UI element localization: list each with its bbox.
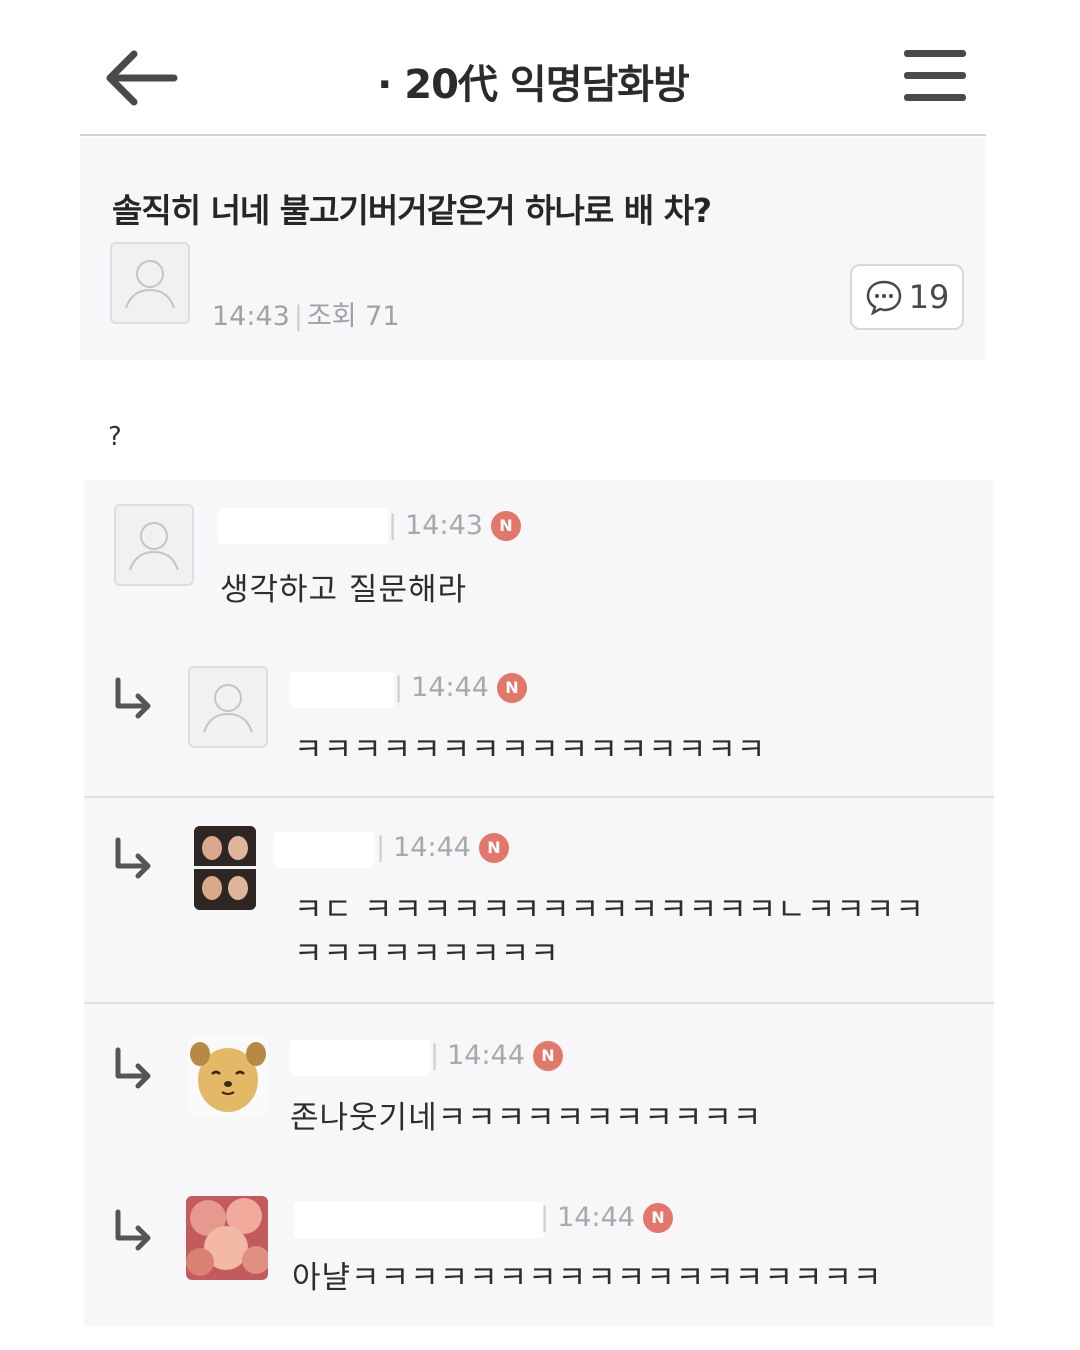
post-time: 14:43 bbox=[212, 301, 290, 332]
new-badge: N bbox=[532, 1040, 563, 1071]
reply-arrow-icon bbox=[115, 1047, 151, 1089]
comment-text: 생각하고 질문해라 bbox=[220, 572, 468, 608]
default-user-icon bbox=[125, 260, 175, 309]
nickname-hidden bbox=[290, 1040, 430, 1076]
comment-time: 14:44 bbox=[411, 672, 489, 703]
comment-time: 14:44 bbox=[557, 1202, 635, 1233]
comment-text: 아냘ㅋㅋㅋㅋㅋㅋㅋㅋㅋㅋㅋㅋㅋㅋㅋㅋㅋㅋ bbox=[292, 1260, 883, 1296]
comment-time: 14:44 bbox=[393, 832, 471, 863]
commenter-avatar-photo bbox=[186, 1196, 268, 1280]
comment-time: 14:43 bbox=[405, 510, 483, 541]
comment-time: 14:44 bbox=[447, 1040, 525, 1071]
commenter-avatar-character bbox=[188, 1036, 268, 1118]
post-meta: 14:43 | 조회 71 bbox=[212, 294, 400, 333]
default-user-icon bbox=[203, 684, 253, 733]
menu-button[interactable] bbox=[900, 46, 970, 106]
comment-time-row: | 14:44 N bbox=[376, 832, 509, 863]
comment-count-value: 19 bbox=[908, 278, 950, 316]
new-badge: N bbox=[478, 832, 509, 863]
time-separator: | bbox=[376, 832, 386, 863]
comment-time-row: | 14:43 N bbox=[388, 510, 521, 541]
post-title: 솔직히 너네 불고기버거같은거 하나로 배 차? bbox=[112, 191, 712, 230]
new-badge: N bbox=[490, 510, 521, 541]
time-separator: | bbox=[430, 1040, 440, 1071]
comment-divider bbox=[84, 1002, 994, 1004]
time-separator: | bbox=[388, 510, 398, 541]
post-views: 조회 71 bbox=[306, 301, 400, 332]
commenter-avatar bbox=[114, 504, 194, 586]
reply-arrow-icon bbox=[115, 1209, 151, 1251]
reply-arrow-icon bbox=[115, 677, 151, 719]
comment-count-button[interactable]: 19 bbox=[850, 264, 964, 330]
comment-divider bbox=[84, 796, 994, 798]
speech-bubble-icon bbox=[866, 280, 901, 315]
app-header: · 20代 익명담화방 bbox=[80, 18, 986, 136]
nickname-hidden bbox=[274, 832, 374, 868]
people-photo-icon bbox=[194, 826, 256, 910]
comment-time-row: | 14:44 N bbox=[540, 1202, 673, 1233]
reply-arrow-icon bbox=[115, 837, 151, 879]
post-body: ? bbox=[108, 422, 122, 452]
time-separator: | bbox=[394, 672, 404, 703]
comment-time-row: | 14:44 N bbox=[394, 672, 527, 703]
time-separator: | bbox=[540, 1202, 550, 1233]
comment-time-row: | 14:44 N bbox=[430, 1040, 563, 1071]
dog-character-icon bbox=[188, 1036, 268, 1118]
comment-text: ㅋㄷ ㅋㅋㅋㅋㅋㅋㅋㅋㅋㅋㅋㅋㅋㅋㄴㅋㅋㅋㅋ bbox=[294, 892, 925, 928]
commenter-avatar bbox=[188, 666, 268, 748]
default-user-icon bbox=[129, 522, 179, 571]
peach-photo-icon bbox=[186, 1196, 268, 1280]
nickname-hidden bbox=[290, 672, 394, 708]
commenter-avatar-photo bbox=[194, 826, 256, 910]
comment-text-line2: ㅋㅋㅋㅋㅋㅋㅋㅋㅋ bbox=[294, 936, 560, 972]
post-card: 솔직히 너네 불고기버거같은거 하나로 배 차? 14:43 | 조회 71 19 bbox=[80, 138, 986, 360]
comment-text: 존나웃기네ㅋㅋㅋㅋㅋㅋㅋㅋㅋㅋㅋ bbox=[290, 1100, 763, 1136]
meta-separator: | bbox=[293, 301, 303, 332]
new-badge: N bbox=[642, 1202, 673, 1233]
comment-list: | 14:43 N 생각하고 질문해라 | 14:44 N ㅋㅋㅋㅋㅋㅋㅋㅋㅋㅋ… bbox=[84, 480, 994, 1326]
page-title: · 20代 익명담화방 bbox=[377, 62, 690, 108]
nickname-hidden bbox=[218, 508, 388, 544]
hamburger-menu-icon bbox=[904, 50, 966, 101]
new-badge: N bbox=[496, 672, 527, 703]
comment-text: ㅋㅋㅋㅋㅋㅋㅋㅋㅋㅋㅋㅋㅋㅋㅋㅋ bbox=[294, 732, 767, 768]
nickname-hidden bbox=[294, 1202, 544, 1238]
author-avatar bbox=[110, 242, 190, 324]
